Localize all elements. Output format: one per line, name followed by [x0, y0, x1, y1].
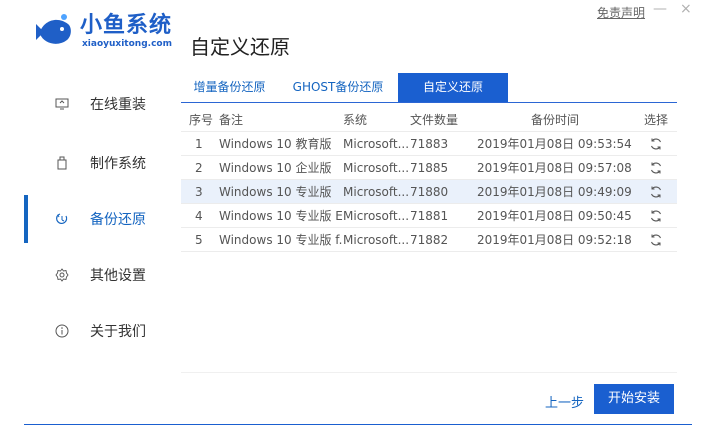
col-header-note: 备注	[219, 113, 244, 127]
sidebar-item-other-settings[interactable]: 其他设置	[24, 247, 174, 303]
table-header: 序号 备注 系统 文件数量 备份时间 选择	[181, 108, 677, 132]
cell-time: 2019年01月08日 09:49:09	[477, 185, 632, 199]
cell-note: Windows 10 企业版	[219, 161, 332, 175]
cell-system: Microsoft...	[343, 184, 409, 199]
table-row[interactable]: 1 Windows 10 教育版 Microsoft... 71883 2019…	[181, 132, 677, 156]
cell-note: Windows 10 专业版 E...	[219, 209, 343, 223]
cell-count: 71882	[410, 232, 449, 247]
sidebar-item-label: 其他设置	[90, 268, 146, 284]
sidebar-item-label: 在线重装	[90, 97, 146, 113]
sidebar-item-about-us[interactable]: 关于我们	[24, 303, 174, 359]
tab-incremental-backup[interactable]: 增量备份还原	[181, 73, 278, 102]
page-title: 自定义还原	[190, 35, 290, 59]
disclaimer-link[interactable]: 免责声明	[597, 4, 645, 21]
cell-count: 71885	[410, 160, 449, 175]
col-header-no: 序号	[189, 113, 214, 127]
sidebar-item-label: 备份还原	[90, 212, 146, 228]
sidebar-item-label: 制作系统	[90, 156, 146, 172]
cell-time: 2019年01月08日 09:53:54	[477, 137, 632, 151]
backup-icon	[54, 211, 70, 227]
cell-no: 1	[195, 136, 203, 151]
restore-icon[interactable]	[649, 137, 663, 151]
close-button[interactable]: ×	[680, 1, 692, 17]
cell-count: 71881	[410, 208, 449, 223]
sidebar: 在线重装 制作系统 备份还原 其他设置 关于我们	[24, 73, 174, 359]
tab-custom-restore[interactable]: 自定义还原	[398, 73, 508, 102]
col-header-time: 备份时间	[530, 113, 579, 127]
active-indicator	[24, 195, 28, 243]
cell-note: Windows 10 教育版	[219, 137, 332, 151]
divider	[181, 372, 677, 373]
cell-count: 71883	[410, 136, 449, 151]
sidebar-item-make-system[interactable]: 制作系统	[24, 135, 174, 191]
cell-no: 4	[195, 208, 203, 223]
cell-time: 2019年01月08日 09:57:08	[477, 161, 632, 175]
monitor-icon	[54, 96, 70, 112]
cell-system: Microsoft...	[343, 136, 409, 151]
cell-no: 5	[195, 232, 203, 247]
sidebar-item-backup-restore[interactable]: 备份还原	[24, 191, 174, 247]
cell-no: 3	[195, 184, 203, 199]
cell-time: 2019年01月08日 09:50:45	[477, 209, 632, 223]
usb-icon	[54, 155, 70, 171]
col-header-select: 选择	[643, 113, 668, 127]
cell-time: 2019年01月08日 09:52:18	[477, 233, 632, 247]
brand-logo: 小鱼系统 xiaoyuxitong.com	[34, 12, 172, 50]
minimize-button[interactable]: —	[653, 1, 667, 17]
cell-note: Windows 10 专业版 f...	[219, 233, 343, 247]
cell-system: Microsoft...	[343, 208, 409, 223]
brand-name: 小鱼系统	[80, 13, 173, 38]
restore-icon[interactable]	[649, 161, 663, 175]
sidebar-item-label: 关于我们	[90, 324, 146, 340]
start-install-button[interactable]: 开始安装	[594, 384, 674, 414]
table-row[interactable]: 4 Windows 10 专业版 E... Microsoft... 71881…	[181, 204, 677, 228]
gear-icon	[54, 267, 70, 283]
tab-ghost-backup[interactable]: GHOST备份还原	[278, 73, 398, 102]
restore-icon[interactable]	[649, 233, 663, 247]
cell-system: Microsoft...	[343, 232, 409, 247]
info-icon	[54, 323, 70, 339]
table-row[interactable]: 2 Windows 10 企业版 Microsoft... 71885 2019…	[181, 156, 677, 180]
sidebar-item-online-reinstall[interactable]: 在线重装	[24, 73, 174, 135]
cell-note: Windows 10 专业版	[219, 185, 332, 199]
fish-logo-icon	[34, 12, 76, 50]
brand-url: xiaoyuxitong.com	[82, 39, 172, 49]
cell-count: 71880	[410, 184, 449, 199]
tab-bar: 增量备份还原 GHOST备份还原 自定义还原	[181, 73, 677, 103]
backup-table: 序号 备注 系统 文件数量 备份时间 选择 1 Windows 10 教育版 M…	[181, 108, 677, 252]
col-header-count: 文件数量	[410, 113, 459, 127]
col-header-system: 系统	[343, 113, 368, 127]
cell-system: Microsoft...	[343, 160, 409, 175]
footer-divider	[24, 424, 692, 425]
cell-no: 2	[195, 160, 203, 175]
prev-step-button[interactable]: 上一步	[545, 392, 584, 411]
restore-icon[interactable]	[649, 185, 663, 199]
table-row[interactable]: 5 Windows 10 专业版 f... Microsoft... 71882…	[181, 228, 677, 252]
table-row[interactable]: 3 Windows 10 专业版 Microsoft... 71880 2019…	[181, 180, 677, 204]
restore-icon[interactable]	[649, 209, 663, 223]
